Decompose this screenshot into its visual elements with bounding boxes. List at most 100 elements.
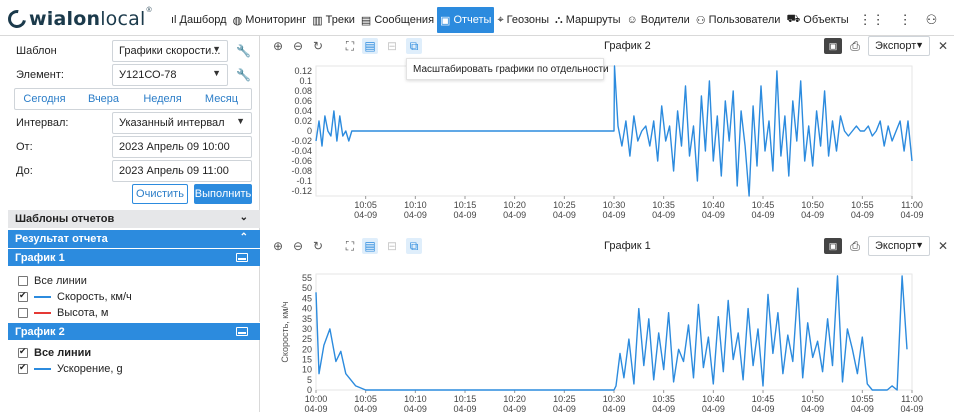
nav-item-5[interactable]: ⌖ Геозоны bbox=[494, 7, 552, 33]
graph1-line-speed[interactable]: Скорость, км/ч bbox=[18, 290, 132, 304]
x-tick-time: 10:20 bbox=[503, 200, 526, 210]
zoom-in-icon[interactable]: ⊕ bbox=[270, 38, 286, 54]
nav-item-2[interactable]: ▥ Треки bbox=[309, 7, 358, 33]
x-tick-date: 04-09 bbox=[751, 210, 774, 220]
nav-item-0[interactable]: ıl Дашборд bbox=[168, 7, 230, 33]
x-tick-time: 10:40 bbox=[702, 200, 725, 210]
chart-title: График 1 bbox=[604, 240, 651, 252]
checkbox[interactable] bbox=[18, 362, 28, 374]
legend-card-icon[interactable]: ▣ bbox=[824, 38, 842, 54]
wialon-logo[interactable]: wialonlocal ® bbox=[4, 6, 152, 32]
zoom-out-icon[interactable]: ⊖ bbox=[290, 38, 306, 54]
graph2-section-header[interactable]: График 2 bbox=[8, 322, 260, 340]
tooltip-toggle-icon[interactable]: ▤ bbox=[362, 238, 378, 254]
checkbox[interactable] bbox=[18, 308, 28, 318]
from-date-input[interactable]: 2023 Апрель 09 10:00 bbox=[112, 136, 252, 158]
all-lines-label: Все линии bbox=[34, 347, 92, 359]
graph1-line-altitude[interactable]: Высота, м bbox=[18, 306, 108, 320]
period-month-button[interactable]: Месяц bbox=[192, 89, 251, 109]
x-tick-date: 04-09 bbox=[801, 210, 824, 220]
close-icon[interactable]: ✕ bbox=[938, 239, 948, 253]
interval-select[interactable]: Указанный интервал ▼ bbox=[112, 112, 252, 134]
all-lines-label: Все линии bbox=[34, 275, 87, 287]
legend-card-icon[interactable]: ▣ bbox=[824, 238, 842, 254]
x-tick-time: 11:00 bbox=[901, 394, 923, 404]
interval-row: Интервал: Указанный интервал ▼ bbox=[0, 112, 260, 136]
result-section-header[interactable]: Результат отчета ⌃ bbox=[8, 230, 260, 248]
fit-icon[interactable]: ⛶ bbox=[342, 238, 358, 254]
clear-button[interactable]: Очистить bbox=[132, 184, 188, 204]
chart-toolbar: ⊕ ⊖ ↻ ⛶ ▤ ⊟ ⧉ График 1 ▣ ⎙ Экспорт ▼ ✕ bbox=[260, 236, 954, 256]
nav-item-6[interactable]: ⛬ Маршруты bbox=[552, 7, 624, 33]
graph2-all-lines[interactable]: Все линии bbox=[18, 346, 91, 360]
zoom-out-icon[interactable]: ⊖ bbox=[290, 238, 306, 254]
tooltip-toggle-icon[interactable]: ▤ bbox=[362, 38, 378, 54]
graph2-line-acceleration[interactable]: Ускорение, g bbox=[18, 362, 123, 376]
x-tick-date: 04-09 bbox=[602, 404, 625, 412]
chart-panel-icon[interactable] bbox=[236, 327, 248, 336]
speed-chart[interactable]: 555045403530252015105010:0004-0910:0504-… bbox=[260, 256, 954, 412]
chevron-up-icon: ⌃ bbox=[239, 232, 248, 243]
car-icon: ⛟ bbox=[786, 13, 801, 25]
close-icon[interactable]: ✕ bbox=[938, 39, 948, 53]
period-week-button[interactable]: Неделя bbox=[133, 89, 192, 109]
period-yesterday-button[interactable]: Вчера bbox=[74, 89, 133, 109]
checkbox[interactable] bbox=[18, 346, 28, 358]
element-select[interactable]: У121СО-78 ▼ bbox=[112, 64, 228, 86]
x-tick-date: 04-09 bbox=[354, 404, 377, 412]
x-tick-time: 10:55 bbox=[851, 200, 874, 210]
acceleration-chart[interactable]: 0.120.10.080.060.040.020-0.02-0.04-0.06-… bbox=[260, 56, 954, 226]
y-tick-label: 30 bbox=[302, 324, 312, 334]
graph1-all-lines[interactable]: Все линии bbox=[18, 274, 87, 288]
nav-item-label: Маршруты bbox=[565, 14, 621, 26]
nav-item-9[interactable]: ⛟ Объекты bbox=[783, 7, 851, 33]
geofence-icon: ⌖ bbox=[497, 13, 504, 26]
fit-icon[interactable]: ⛶ bbox=[342, 38, 358, 54]
nav-item-4[interactable]: ▣ Отчеты bbox=[437, 7, 495, 33]
x-tick-date: 04-09 bbox=[453, 404, 476, 412]
checkbox[interactable] bbox=[18, 290, 28, 302]
template-settings-wrench-icon[interactable]: 🔧 bbox=[236, 44, 251, 58]
nav-item-8[interactable]: ⚇ Пользователи bbox=[693, 7, 784, 33]
y-tick-label: 50 bbox=[302, 283, 312, 293]
account-icon[interactable]: ⚇ bbox=[919, 7, 945, 33]
x-tick-date: 04-09 bbox=[553, 210, 576, 220]
graph1-section-header[interactable]: График 1 bbox=[8, 248, 260, 266]
nav-item-label: Треки bbox=[325, 14, 355, 26]
x-tick-time: 10:10 bbox=[404, 200, 427, 210]
reset-zoom-icon[interactable]: ↻ bbox=[310, 38, 326, 54]
period-today-button[interactable]: Сегодня bbox=[15, 89, 74, 109]
nav-item-3[interactable]: ▤ Сообщения bbox=[358, 7, 437, 33]
printer-icon[interactable]: ⎙ bbox=[846, 38, 864, 54]
templates-section-header[interactable]: Шаблоны отчетов ⌄ bbox=[8, 210, 260, 228]
x-tick-date: 04-09 bbox=[354, 210, 377, 220]
export-dropdown[interactable]: Экспорт ▼ bbox=[868, 36, 930, 56]
element-settings-wrench-icon[interactable]: 🔧 bbox=[236, 68, 251, 82]
export-dropdown[interactable]: Экспорт ▼ bbox=[868, 236, 930, 256]
nav-item-1[interactable]: ◍ Мониторинг bbox=[230, 7, 310, 33]
report-settings-panel: Шаблон Графики скорости... ▼ 🔧 Элемент: У… bbox=[0, 36, 260, 412]
x-tick-date: 04-09 bbox=[503, 210, 526, 220]
to-date-input[interactable]: 2023 Апрель 09 11:00 bbox=[112, 160, 252, 182]
nav-item-7[interactable]: ☺ Водители bbox=[624, 7, 693, 33]
more-vertical-icon[interactable]: ⋮ bbox=[892, 7, 919, 33]
line-color-swatch bbox=[34, 296, 51, 298]
run-button[interactable]: Выполнить bbox=[194, 184, 252, 204]
checkbox[interactable] bbox=[18, 276, 28, 286]
chart-panel-icon[interactable] bbox=[236, 253, 248, 262]
y-tick-label: 0 bbox=[307, 126, 312, 136]
x-tick-time: 10:55 bbox=[851, 394, 874, 404]
y-tick-label: 0.08 bbox=[294, 86, 312, 96]
user-icon: ⚇ bbox=[695, 14, 706, 27]
separate-scale-icon[interactable]: ⧉ bbox=[406, 238, 422, 254]
reset-zoom-icon[interactable]: ↻ bbox=[310, 238, 326, 254]
printer-icon[interactable]: ⎙ bbox=[846, 238, 864, 254]
x-tick-time: 10:15 bbox=[454, 200, 477, 210]
x-tick-date: 04-09 bbox=[553, 404, 576, 412]
x-tick-time: 10:35 bbox=[652, 394, 675, 404]
apps-grid-icon[interactable]: ⋮⋮ bbox=[852, 7, 892, 33]
nav-item-label: Отчеты bbox=[453, 14, 492, 26]
template-select[interactable]: Графики скорости... ▼ bbox=[112, 40, 228, 62]
separate-scale-icon[interactable]: ⧉ bbox=[406, 38, 422, 54]
zoom-in-icon[interactable]: ⊕ bbox=[270, 238, 286, 254]
